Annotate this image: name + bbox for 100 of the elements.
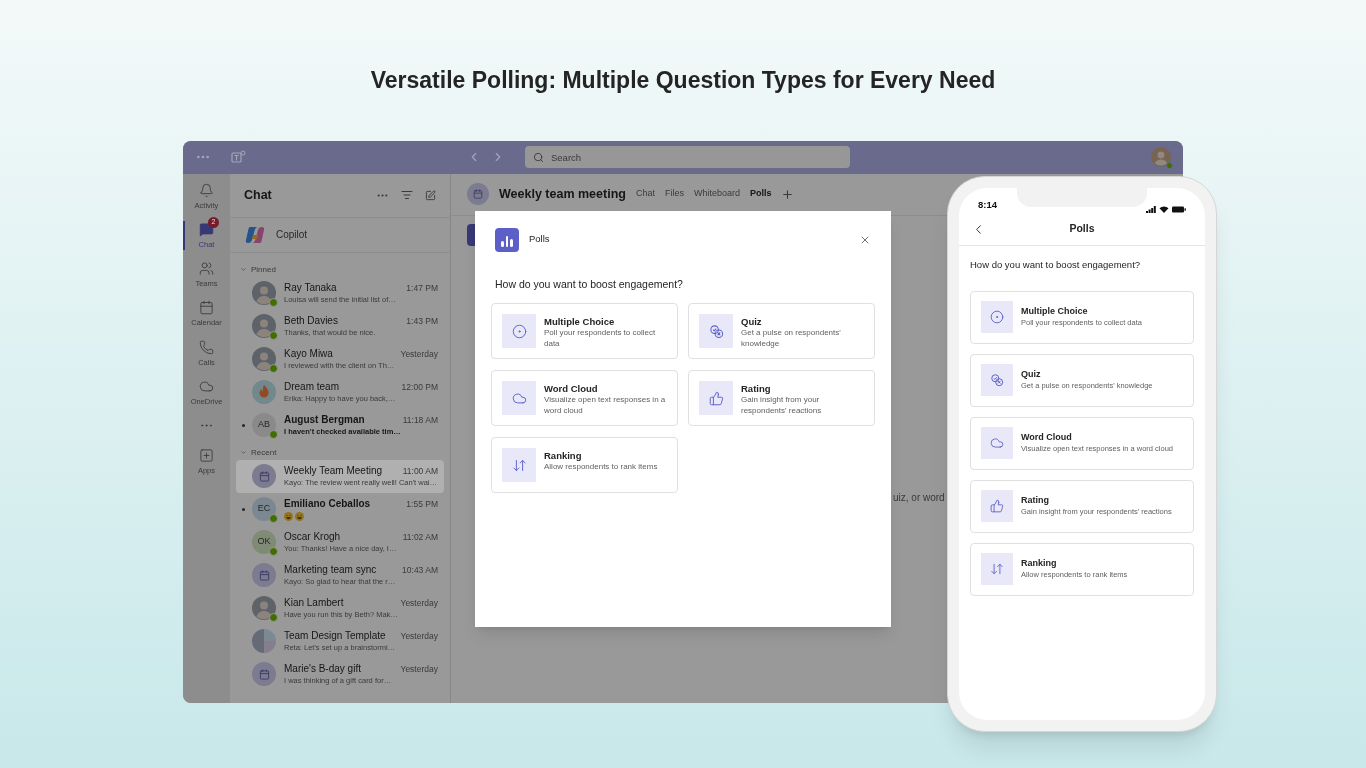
chat-name: Weekly Team Meeting bbox=[284, 464, 382, 477]
calendar-icon bbox=[258, 668, 270, 680]
avatar-icon bbox=[252, 596, 276, 620]
wifi-icon bbox=[1159, 205, 1169, 213]
avatar-icon bbox=[252, 347, 276, 371]
poll-type-description: Gain insight from your respondents' reactions bbox=[741, 394, 823, 417]
chat-name: Ray Tanaka bbox=[284, 281, 337, 294]
caret-icon bbox=[240, 449, 247, 456]
chat-name: Oscar Krogh bbox=[284, 530, 341, 543]
meeting-title: Weekly team meeting bbox=[499, 185, 626, 203]
radio-icon bbox=[511, 323, 527, 339]
activity-icon bbox=[199, 182, 214, 198]
poll-type-description: Poll your respondents to collect data bbox=[544, 327, 657, 350]
chat-item[interactable]: EC Emiliano Ceballos 1:55 PM bbox=[236, 492, 444, 526]
poll-type-card[interactable]: Word Cloud Visualize open text responses in a word cloud bbox=[491, 370, 678, 427]
quiz-icon bbox=[708, 323, 724, 339]
poll-type-description: Visualize open text responses in a word cloud bbox=[544, 394, 667, 417]
cloud-icon bbox=[511, 390, 527, 406]
app-logo-icon bbox=[231, 149, 247, 165]
calendar-icon bbox=[199, 300, 214, 316]
copilot-item[interactable]: Copilot bbox=[230, 217, 450, 253]
section-header[interactable]: Pinned bbox=[236, 262, 444, 277]
chat-name: August Bergman bbox=[284, 413, 365, 426]
quiz-icon bbox=[990, 373, 1004, 388]
filter-icon[interactable] bbox=[401, 189, 413, 201]
avatar-initials: EC bbox=[252, 497, 276, 521]
avatar-initials: OK bbox=[252, 530, 276, 554]
empty-state-text: uiz, or word bbox=[893, 490, 945, 505]
section-header[interactable]: Recent bbox=[236, 445, 444, 460]
add-tab-icon[interactable] bbox=[781, 187, 795, 201]
poll-type-title: Ranking bbox=[544, 450, 583, 462]
chat-time: Yesterday bbox=[400, 347, 438, 360]
battery-icon bbox=[1172, 205, 1186, 213]
apps-icon bbox=[199, 448, 214, 463]
caret-icon bbox=[240, 266, 247, 273]
chat-time: 1:47 PM bbox=[406, 281, 438, 294]
search-field[interactable]: Search bbox=[525, 146, 850, 168]
poll-type-card[interactable]: Ranking Allow respondents to rank items bbox=[491, 437, 678, 494]
chat-name: Kian Lambert bbox=[284, 596, 344, 609]
poll-type-title: Rating bbox=[741, 383, 772, 395]
chat-time: 1:55 PM bbox=[406, 497, 438, 510]
chat-time: 12:00 PM bbox=[401, 380, 438, 393]
poll-type-title: Multiple Choice bbox=[544, 316, 616, 328]
chat-time: 1:43 PM bbox=[406, 314, 438, 327]
poll-type-title: Ranking bbox=[1021, 558, 1058, 570]
poll-type-title: Word Cloud bbox=[544, 383, 599, 395]
laughing-emoji-icon bbox=[284, 511, 293, 521]
avatar-icon bbox=[252, 281, 276, 305]
poll-type-description: Get a pulse on respondents' knowledge bbox=[741, 327, 842, 350]
laughing-emoji-icon bbox=[295, 511, 304, 521]
panel-title: Chat bbox=[244, 186, 273, 204]
group-avatar-icon bbox=[252, 629, 276, 653]
onedrive-icon bbox=[199, 378, 214, 394]
chat-time: Yesterday bbox=[400, 662, 438, 675]
poll-type-title: Quiz bbox=[741, 316, 763, 328]
poll-type-title: Quiz bbox=[1021, 369, 1042, 381]
tab[interactable]: Chat bbox=[635, 187, 655, 201]
poll-type-description: Allow respondents to rank items bbox=[544, 461, 658, 473]
chat-name: Kayo Miwa bbox=[284, 347, 333, 360]
avatar-initials: AB bbox=[252, 413, 276, 437]
chat-icon bbox=[199, 221, 214, 237]
thumbs-up-icon bbox=[990, 499, 1004, 514]
chat-time: 11:00 AM bbox=[402, 464, 438, 477]
dialog-question: How do you want to boost engagement? bbox=[494, 276, 684, 292]
tab[interactable]: Files bbox=[664, 187, 684, 201]
sort-arrows-icon bbox=[990, 562, 1004, 577]
screen-title: Polls bbox=[1068, 221, 1096, 237]
chat-name: Marketing team sync bbox=[284, 563, 377, 576]
poll-type-card[interactable]: Multiple Choice Poll your respondents to collect data bbox=[491, 303, 678, 360]
chat-name: Dream team bbox=[284, 380, 339, 393]
poll-type-card[interactable]: Rating Gain insight from your respondents' reactions bbox=[688, 370, 875, 427]
page-heading: Versatile Polling: Multiple Question Types for Every Need bbox=[370, 66, 996, 95]
sort-arrows-icon bbox=[511, 457, 527, 473]
poll-type-title: Word Cloud bbox=[1021, 432, 1073, 444]
status-time: 8:14 bbox=[978, 198, 997, 213]
calendar-icon bbox=[258, 470, 270, 482]
chat-time: 11:18 AM bbox=[402, 413, 438, 426]
chat-name: Team Design Template bbox=[284, 629, 386, 642]
radio-icon bbox=[990, 310, 1004, 325]
chat-time: 10:43 AM bbox=[402, 563, 438, 576]
flame-avatar-icon bbox=[252, 380, 276, 404]
signal-icon bbox=[1146, 205, 1156, 213]
tab[interactable]: Polls bbox=[749, 187, 772, 201]
user-avatar-icon[interactable] bbox=[1151, 147, 1171, 167]
chat-time: Yesterday bbox=[400, 596, 438, 609]
polls-app-icon bbox=[495, 227, 519, 252]
screen-question: How do you want to boost engagement? bbox=[969, 257, 1142, 272]
chat-time: 11:02 AM bbox=[402, 530, 438, 543]
teams-icon bbox=[199, 261, 214, 276]
chat-name: Marie's B-day gift bbox=[284, 662, 361, 675]
avatar-icon bbox=[252, 314, 276, 338]
chat-name: Emiliano Ceballos bbox=[284, 497, 371, 510]
compose-icon[interactable] bbox=[425, 189, 436, 201]
poll-type-card[interactable]: Quiz Get a pulse on respondents' knowledge bbox=[688, 303, 875, 360]
tab[interactable]: Whiteboard bbox=[693, 187, 740, 201]
thumbs-up-icon bbox=[708, 390, 724, 406]
calendar-icon bbox=[258, 569, 270, 581]
dialog-title: Polls bbox=[529, 232, 551, 247]
poll-type-title: Multiple Choice bbox=[1021, 306, 1089, 318]
cloud-icon bbox=[990, 436, 1004, 451]
